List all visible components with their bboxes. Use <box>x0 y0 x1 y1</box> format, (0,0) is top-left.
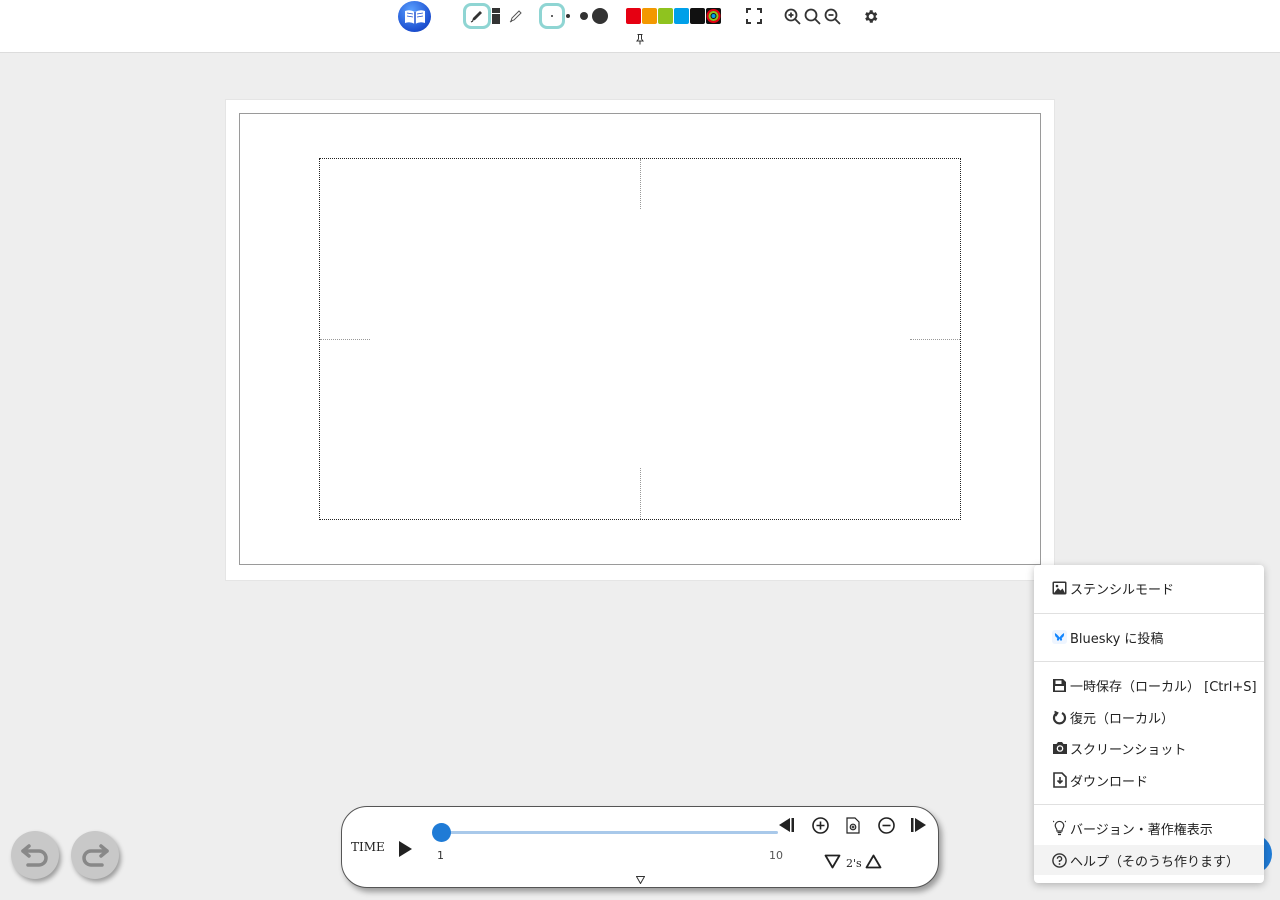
eraser-icon[interactable] <box>489 7 503 25</box>
context-menu: ステンシルモード Bluesky に投稿 一時保存（ローカル） [Ctrl+S]… <box>1034 565 1264 883</box>
help-icon <box>1051 852 1068 869</box>
brush-size-medium[interactable] <box>580 12 588 20</box>
undo-icon <box>21 844 48 867</box>
next-frame-button[interactable] <box>908 816 928 834</box>
center-guide-bottom <box>640 468 641 519</box>
redo-icon <box>82 844 109 867</box>
speed-down-button[interactable] <box>822 852 842 870</box>
menu-item-restore[interactable]: 復元（ローカル） <box>1034 702 1264 732</box>
color-swatch-red[interactable] <box>626 8 641 24</box>
play-button[interactable] <box>396 839 414 859</box>
lightbulb-icon <box>1051 820 1068 837</box>
speed-up-icon <box>865 854 881 868</box>
menu-divider <box>1034 661 1264 662</box>
menu-item-label: ステンシルモード <box>1070 582 1175 598</box>
menu-divider <box>1034 613 1264 614</box>
menu-item-label: ヘルプ（そのうち作ります） <box>1070 854 1240 870</box>
copy-frame-icon <box>846 816 860 834</box>
color-picker-custom[interactable] <box>706 8 721 24</box>
menu-item-label: 復元（ローカル） <box>1070 711 1175 727</box>
color-swatch-orange[interactable] <box>642 8 657 24</box>
book-logo-icon[interactable] <box>398 1 431 32</box>
center-guide-right <box>910 339 960 340</box>
prev-frame-button[interactable] <box>777 816 797 834</box>
speed-label: 2's <box>846 857 862 870</box>
remove-frame-icon <box>877 816 895 834</box>
brush-size-tiny[interactable] <box>539 3 565 29</box>
menu-divider <box>1034 804 1264 805</box>
color-swatch-black[interactable] <box>690 8 705 24</box>
remove-frame-button[interactable] <box>876 815 896 835</box>
pen-icon[interactable] <box>463 3 491 29</box>
timeline-collapse-button[interactable] <box>634 875 646 885</box>
menu-item-screenshot[interactable]: スクリーンショット <box>1034 733 1264 763</box>
zoom-in-icon[interactable] <box>782 6 802 26</box>
step-back-icon <box>779 818 794 832</box>
image-icon <box>1051 580 1068 597</box>
camera-icon <box>1051 740 1068 757</box>
speed-up-button[interactable] <box>863 852 883 870</box>
top-toolbar <box>0 0 1280 53</box>
menu-item-label: Bluesky に投稿 <box>1070 631 1164 647</box>
zoom-out-icon[interactable] <box>822 6 842 26</box>
pencil-icon[interactable] <box>507 6 525 26</box>
brush-size-small[interactable] <box>566 14 570 18</box>
step-forward-icon <box>911 818 926 832</box>
center-guide-left <box>320 339 370 340</box>
add-frame-button[interactable] <box>810 815 830 835</box>
save-icon <box>1051 677 1068 694</box>
frame-start-label: 1 <box>437 849 444 862</box>
zoom-reset-icon[interactable] <box>802 6 822 26</box>
menu-item-help[interactable]: ヘルプ（そのうち作ります） <box>1034 845 1264 875</box>
menu-item-stencil-mode[interactable]: ステンシルモード <box>1034 573 1264 603</box>
menu-item-label: スクリーンショット <box>1070 742 1187 758</box>
fullscreen-icon[interactable] <box>744 6 764 26</box>
frame-slider-track[interactable] <box>440 831 778 834</box>
frame-slider-thumb[interactable] <box>432 823 451 842</box>
menu-item-version-info[interactable]: バージョン・著作権表示 <box>1034 813 1264 843</box>
play-icon <box>399 841 412 857</box>
menu-item-download[interactable]: ダウンロード <box>1034 765 1264 795</box>
color-swatch-green[interactable] <box>658 8 673 24</box>
gear-icon[interactable] <box>860 6 880 26</box>
brush-size-large[interactable] <box>592 8 608 24</box>
color-swatch-blue[interactable] <box>674 8 689 24</box>
bluesky-icon <box>1051 629 1068 646</box>
center-guide-top <box>640 159 641 209</box>
copy-frame-button[interactable] <box>843 815 863 835</box>
add-frame-icon <box>811 816 829 834</box>
collapse-icon <box>635 876 645 884</box>
menu-item-label: バージョン・著作権表示 <box>1070 822 1213 838</box>
download-icon <box>1051 772 1068 789</box>
menu-item-label: ダウンロード <box>1070 774 1149 790</box>
redo-button[interactable] <box>71 831 119 879</box>
speed-down-icon <box>824 854 840 868</box>
restore-icon <box>1051 709 1068 726</box>
frame-end-label: 10 <box>769 849 783 862</box>
safe-frame-guide <box>319 158 961 520</box>
timeline-label: TIME <box>351 840 385 854</box>
menu-item-label: 一時保存（ローカル） [Ctrl+S] <box>1070 679 1257 695</box>
menu-item-temp-save[interactable]: 一時保存（ローカル） [Ctrl+S] <box>1034 670 1264 700</box>
pin-icon[interactable] <box>634 33 646 45</box>
undo-button[interactable] <box>11 831 59 879</box>
menu-item-bluesky-post[interactable]: Bluesky に投稿 <box>1034 622 1264 652</box>
